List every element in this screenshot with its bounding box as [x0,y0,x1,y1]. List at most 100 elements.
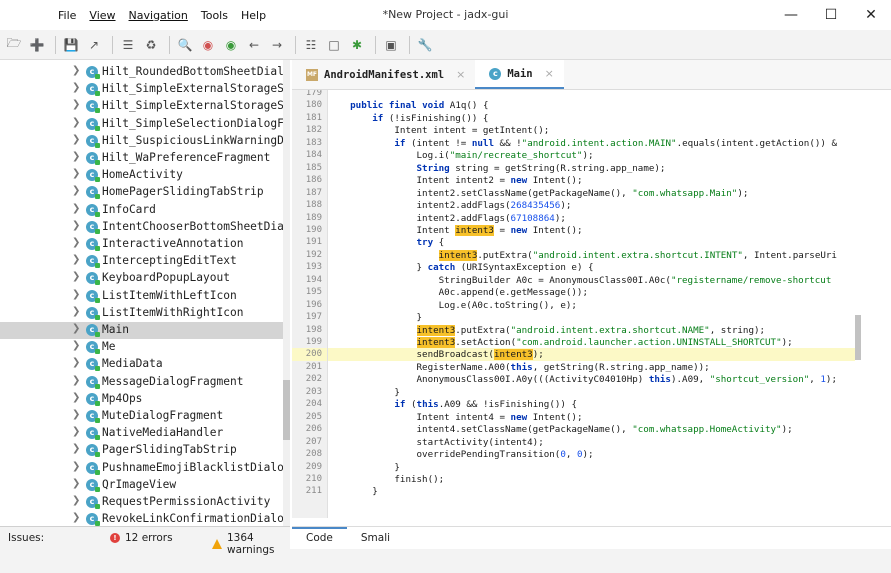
chevron-right-icon[interactable]: ❯ [72,495,80,506]
tree-item[interactable]: ❯ c HomePagerSlidingTabStrip [0,184,289,201]
code-line[interactable]: if (this.A09 && !isFinishing()) { [328,398,855,411]
tree-item[interactable]: ❯ c Hilt_SuspiciousLinkWarningDi [0,133,289,150]
tree-scrollbar-thumb[interactable] [283,380,290,440]
tree-item[interactable]: ❯ c InfoCard [0,202,289,219]
chevron-right-icon[interactable]: ❯ [72,323,80,334]
code-line[interactable]: try { [328,236,855,249]
save-icon[interactable]: 💾 [61,35,81,55]
chevron-right-icon[interactable]: ❯ [72,271,80,282]
tree-item[interactable]: ❯ c QrImageView [0,477,289,494]
chevron-right-icon[interactable]: ❯ [72,357,80,368]
code-line[interactable]: } [328,485,855,498]
tree-item[interactable]: ❯ c Mp4Ops [0,391,289,408]
code-line[interactable]: Intent intent2 = new Intent(); [328,174,855,187]
debug-icon[interactable]: ✱ [347,35,367,55]
chevron-right-icon[interactable]: ❯ [72,203,80,214]
code-line[interactable]: StringBuilder A0c = AnonymousClass00I.A0… [328,274,855,287]
chevron-right-icon[interactable]: ❯ [72,65,80,76]
tree-item[interactable]: ❯ c Hilt_SimpleExternalStorageSt [0,81,289,98]
code-line[interactable]: intent3.putExtra("android.intent.extra.s… [328,249,855,262]
code-line[interactable]: if (!isFinishing()) { [328,112,855,125]
close-button[interactable]: ✕ [851,0,891,30]
code-line[interactable]: Intent intent = getIntent(); [328,124,855,137]
chevron-right-icon[interactable]: ❯ [72,254,80,265]
tree-item[interactable]: ❯ c NativeMediaHandler [0,425,289,442]
tab-smali[interactable]: Smali [347,527,404,549]
close-tab-icon[interactable]: × [456,68,465,81]
tree-item[interactable]: ❯ c Hilt_RoundedBottomSheetDialc [0,64,289,81]
tree-item[interactable]: ❯ c HomeActivity [0,167,289,184]
tree-item[interactable]: ❯ c MuteDialogFragment [0,408,289,425]
chevron-right-icon[interactable]: ❯ [72,426,80,437]
tree-item[interactable]: ❯ c IntentChooserBottomSheetDial [0,219,289,236]
chevron-right-icon[interactable]: ❯ [72,220,80,231]
search-icon[interactable]: 🔍 [175,35,195,55]
chevron-right-icon[interactable]: ❯ [72,168,80,179]
tab-code[interactable]: Code [292,526,347,549]
tree-item[interactable]: ❯ c PagerSlidingTabStrip [0,442,289,459]
code-line[interactable]: if (intent != null && !"android.intent.a… [328,137,855,150]
tree-item[interactable]: ❯ c MediaData [0,356,289,373]
add-files-icon[interactable]: ➕ [27,35,47,55]
chevron-right-icon[interactable]: ❯ [72,375,80,386]
sync-icon[interactable]: ♻ [141,35,161,55]
code-line[interactable]: RegisterName.A00(this, getString(R.strin… [328,361,855,374]
chevron-right-icon[interactable]: ❯ [72,82,80,93]
code-line[interactable]: Log.e(A0c.toString(), e); [328,299,855,312]
minimize-button[interactable]: — [771,0,811,30]
chevron-right-icon[interactable]: ❯ [72,185,80,196]
tree-item[interactable]: ❯ c MessageDialogFragment [0,374,289,391]
preferences-icon[interactable]: ▣ [381,35,401,55]
chevron-right-icon[interactable]: ❯ [72,237,80,248]
chevron-right-icon[interactable]: ❯ [72,478,80,489]
class-tree[interactable]: ❯ c Hilt_RoundedBottomSheetDialc ❯ c Hilt_Sim… [0,60,290,526]
find-class-icon[interactable]: ◉ [198,35,218,55]
chevron-right-icon[interactable]: ❯ [72,340,80,351]
chevron-right-icon[interactable]: ❯ [72,392,80,403]
chevron-right-icon[interactable]: ❯ [72,443,80,454]
code-line[interactable]: startActivity(intent4); [328,436,855,449]
code-line[interactable]: } [328,461,855,474]
tree-scrollbar[interactable] [283,60,290,526]
deobfuscate-icon[interactable]: □ [324,35,344,55]
code-scrollbar-thumb[interactable] [855,315,861,360]
flatten-icon[interactable]: ☰ [118,35,138,55]
code-line[interactable]: intent2.addFlags(67108864); [328,212,855,225]
tree-item[interactable]: ❯ c ListItemWithRightIcon [0,305,289,322]
chevron-right-icon[interactable]: ❯ [72,306,80,317]
maximize-button[interactable]: ☐ [811,0,851,30]
tree-item[interactable]: ❯ c PushnameEmojiBlacklistDialog [0,460,289,477]
code-line[interactable]: sendBroadcast(intent3); [328,348,855,362]
code-line[interactable]: } [328,311,855,324]
code-line[interactable]: intent3.putExtra("android.intent.extra.s… [328,324,855,337]
code-line[interactable]: Log.i("main/recreate_shortcut"); [328,149,855,162]
tree-item[interactable]: ❯ c InterceptingEditText [0,253,289,270]
chevron-right-icon[interactable]: ❯ [72,289,80,300]
code-line[interactable]: Intent intent3 = new Intent(); [328,224,855,237]
code-line[interactable]: } catch (URISyntaxException e) { [328,261,855,274]
tree-item[interactable]: ❯ c RevokeLinkConfirmationDialog [0,511,289,526]
find-usage-icon[interactable]: ◉ [221,35,241,55]
back-icon[interactable]: ← [244,35,264,55]
tree-item[interactable]: ❯ c Hilt_SimpleSelectionDialogFr [0,116,289,133]
code-line[interactable]: intent4.setClassName(getPackageName(), "… [328,423,855,436]
code-line[interactable]: } [328,386,855,399]
tab-android-manifest[interactable]: MF AndroidManifest.xml × [292,60,475,89]
code-line[interactable]: public final void A1q() { [328,99,855,112]
code-line[interactable]: Intent intent4 = new Intent(); [328,411,855,424]
code-line[interactable]: intent2.addFlags(268435456); [328,199,855,212]
code-line[interactable]: intent3.setAction("com.android.launcher.… [328,336,855,349]
chevron-right-icon[interactable]: ❯ [72,409,80,420]
chevron-right-icon[interactable]: ❯ [72,134,80,145]
chevron-right-icon[interactable]: ❯ [72,151,80,162]
tree-item[interactable]: ❯ c ListItemWithLeftIcon [0,288,289,305]
settings-icon[interactable]: 🔧 [415,35,435,55]
export-icon[interactable]: ↗ [84,35,104,55]
code-line[interactable]: AnonymousClass00I.A0y(((ActivityC04010Hp… [328,373,855,386]
code-line[interactable]: String string = getString(R.string.app_n… [328,162,855,175]
log-icon[interactable]: ☷ [301,35,321,55]
menu-file[interactable]: File [58,9,76,22]
chevron-right-icon[interactable]: ❯ [72,99,80,110]
code-line[interactable]: overridePendingTransition(0, 0); [328,448,855,461]
menu-help[interactable]: Help [241,9,266,22]
